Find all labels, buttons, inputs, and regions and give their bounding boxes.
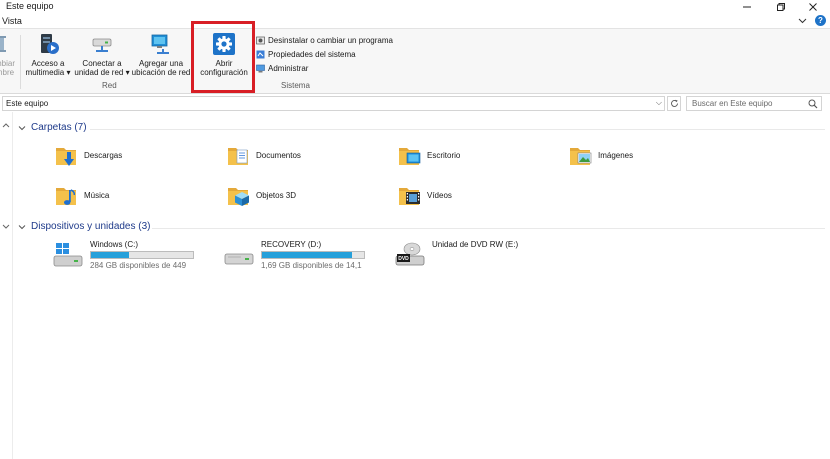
folder-item[interactable]: Descargas — [54, 142, 122, 168]
manage-button[interactable]: Administrar — [256, 64, 308, 73]
folder-name: Descargas — [84, 150, 123, 160]
music-folder-icon — [56, 188, 76, 205]
close-icon — [809, 3, 817, 11]
rename-icon — [0, 36, 6, 52]
add-network-location-button[interactable]: Agregar una ubicación de red — [132, 31, 190, 77]
rename-label-1: mbiar — [0, 59, 15, 68]
documents-folder-icon — [228, 148, 248, 165]
section-divider — [152, 228, 825, 229]
manage-label: Administrar — [268, 64, 309, 73]
restore-icon — [777, 3, 785, 11]
drive-usage-fill — [262, 252, 352, 258]
tab-vista[interactable]: Vista — [2, 16, 22, 26]
dvd-drive-icon: DVD — [395, 242, 425, 266]
drive-usage-bar — [90, 251, 194, 259]
ribbon-collapse-icon[interactable] — [798, 16, 807, 25]
system-properties-label: Propiedades del sistema — [268, 50, 356, 59]
folder-item[interactable]: Música — [54, 182, 109, 208]
3d-objects-folder-icon — [228, 188, 249, 206]
drives-header-label: Dispositivos y unidades (3) — [31, 221, 151, 232]
desktop-folder-icon — [399, 148, 421, 165]
minimize-icon — [743, 6, 751, 8]
folder-name: Objetos 3D — [256, 190, 297, 200]
map-drive-label-2: unidad de red ▾ — [74, 68, 130, 77]
drive-item[interactable]: RECOVERY (D:) 1,69 GB disponibles de 14,… — [223, 240, 365, 270]
folder-name: Imágenes — [598, 150, 634, 160]
folders-section-header[interactable]: Carpetas (7) — [18, 122, 87, 133]
drive-usage-fill — [91, 252, 129, 258]
pictures-folder-icon — [570, 148, 592, 165]
collapse-chevron-icon — [18, 224, 26, 229]
minimize-button[interactable] — [732, 0, 762, 14]
chevron-down-icon[interactable] — [2, 222, 10, 230]
hard-drive-icon — [224, 253, 254, 265]
ribbon-tabs: Vista ? — [0, 14, 830, 28]
rename-button[interactable]: mbiar mbre — [0, 31, 16, 77]
window-title: Este equipo — [6, 1, 54, 11]
drives-section-header[interactable]: Dispositivos y unidades (3) — [18, 221, 151, 232]
ribbon-separator — [20, 35, 21, 89]
scroll-up-icon[interactable] — [2, 122, 10, 130]
search-icon — [808, 99, 818, 109]
rename-label-2: mbre — [0, 68, 15, 77]
title-bar: Este equipo — [0, 0, 830, 14]
drive-usage-bar — [261, 251, 365, 259]
group-label-system: Sistema — [281, 81, 310, 90]
folder-item[interactable]: Objetos 3D — [226, 182, 296, 208]
map-drive-label-1: Conectar a — [82, 59, 122, 68]
drive-item[interactable]: DVD Unidad de DVD RW (E:) — [394, 240, 518, 270]
computer-management-icon — [256, 64, 265, 73]
help-icon[interactable]: ? — [815, 15, 826, 26]
folder-item[interactable]: Escritorio — [397, 142, 460, 168]
network-location-icon — [151, 34, 169, 54]
refresh-button[interactable] — [667, 96, 681, 111]
navigation-pane[interactable] — [0, 112, 13, 459]
address-bar[interactable]: Este equipo ⌵ — [2, 96, 665, 111]
downloads-folder-icon — [56, 148, 76, 166]
drive-name: RECOVERY (D:) — [261, 240, 322, 249]
media-server-icon — [41, 34, 59, 54]
folder-name: Escritorio — [427, 150, 461, 160]
videos-folder-icon — [399, 188, 420, 205]
folder-name: Música — [84, 190, 110, 200]
section-divider — [90, 129, 825, 130]
drive-free-space: 284 GB disponibles de 449 — [90, 261, 187, 270]
add-location-label-1: Agregar una — [138, 59, 184, 68]
highlight-box — [191, 21, 255, 93]
restore-button[interactable] — [766, 0, 796, 14]
close-button[interactable] — [798, 0, 828, 14]
media-access-label-2: multimedia ▾ — [25, 68, 71, 77]
media-access-button[interactable]: Acceso a multimedia ▾ — [24, 31, 72, 77]
folders-header-label: Carpetas (7) — [31, 122, 87, 133]
drive-item[interactable]: Windows (C:) 284 GB disponibles de 449 — [52, 240, 194, 270]
media-access-label-1: Acceso a — [31, 59, 65, 68]
uninstall-icon — [256, 36, 265, 45]
uninstall-label: Desinstalar o cambiar un programa — [268, 36, 393, 45]
svg-text:DVD: DVD — [398, 256, 409, 262]
folder-item[interactable]: Imágenes — [568, 142, 633, 168]
map-network-drive-button[interactable]: Conectar a unidad de red ▾ — [74, 31, 130, 77]
system-properties-icon — [256, 50, 265, 59]
network-drive-icon — [92, 38, 112, 52]
address-path: Este equipo — [6, 99, 49, 108]
windows-drive-icon — [53, 243, 83, 267]
folder-item[interactable]: Documentos — [226, 142, 301, 168]
drive-name: Unidad de DVD RW (E:) — [432, 240, 519, 249]
folder-item[interactable]: Vídeos — [397, 182, 452, 208]
ribbon: mbiar mbre Acceso a multimedia ▾ Conecta… — [0, 28, 830, 94]
refresh-icon — [670, 99, 678, 107]
search-input[interactable]: Buscar en Este equipo — [692, 99, 773, 108]
drive-free-space: 1,69 GB disponibles de 14,1 — [261, 261, 362, 270]
system-properties-button[interactable]: Propiedades del sistema — [256, 50, 356, 59]
folder-name: Vídeos — [427, 190, 452, 200]
address-toolbar: Este equipo ⌵ Buscar en Este equipo — [0, 95, 830, 112]
add-location-label-2: ubicación de red — [131, 68, 191, 77]
drive-name: Windows (C:) — [90, 240, 139, 249]
folder-name: Documentos — [256, 150, 301, 160]
collapse-chevron-icon — [18, 125, 26, 130]
chevron-down-icon[interactable]: ⌵ — [656, 98, 662, 108]
uninstall-program-button[interactable]: Desinstalar o cambiar un programa — [256, 36, 393, 45]
group-label-network: Red — [102, 81, 117, 90]
search-box[interactable]: Buscar en Este equipo — [686, 96, 822, 111]
